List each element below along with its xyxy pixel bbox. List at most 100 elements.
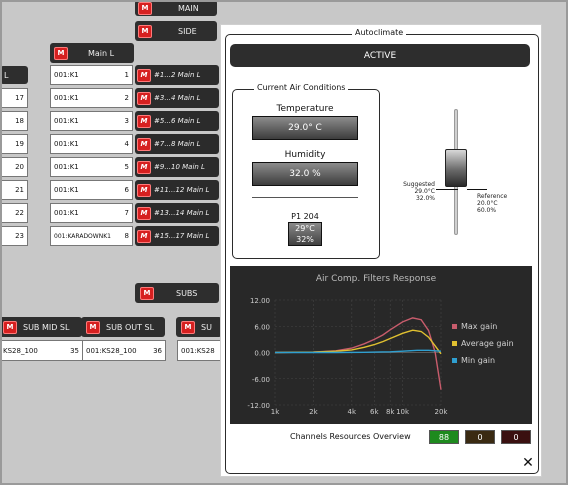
channel-index: 3: [124, 117, 129, 125]
chart-x-tick-label: 6k: [370, 408, 379, 416]
chart-x-tick-label: 20k: [435, 408, 449, 416]
suggested-humidity: 32.0%: [415, 195, 435, 202]
left-partial-header[interactable]: L: [0, 66, 28, 84]
main-l-selector-button[interactable]: M #13...14 Main L: [135, 203, 219, 223]
selector-mute-button[interactable]: M: [137, 137, 151, 151]
main-l-header[interactable]: M Main L: [50, 43, 134, 63]
chart-y-tick-label: 0.00: [254, 350, 270, 358]
sub-group-mute-button[interactable]: M: [86, 320, 100, 334]
resource-count-box: 0: [465, 430, 495, 444]
main-l-selector-button[interactable]: M #7...8 Main L: [135, 134, 219, 154]
main-l-selector-button[interactable]: M #1...2 Main L: [135, 65, 219, 85]
subs-bus-button[interactable]: M SUBS: [135, 283, 219, 303]
selector-label: #9...10 Main L: [154, 163, 205, 171]
temperature-label: Temperature: [276, 104, 334, 114]
sub-group-header[interactable]: M SU: [176, 317, 222, 337]
chart-legend-label: Max gain: [461, 322, 497, 331]
suggested-label: Suggested 29.0°C 32.0%: [399, 181, 435, 202]
left-channel-cell[interactable]: 17: [0, 88, 28, 108]
main-l-channel-cell[interactable]: 001:K1 1: [50, 65, 133, 85]
selector-mute-button[interactable]: M: [137, 160, 151, 174]
chart-x-tick-label: 8k: [386, 408, 395, 416]
main-l-channel-cell[interactable]: 001:K1 2: [50, 88, 133, 108]
selector-mute-button[interactable]: M: [137, 114, 151, 128]
sub-group-header[interactable]: M SUB OUT SL: [81, 317, 165, 337]
main-l-channel-cell[interactable]: 001:K1 3: [50, 111, 133, 131]
probe-readout: 29°C 32%: [288, 222, 322, 246]
main-l-selector-button[interactable]: M #5...6 Main L: [135, 111, 219, 131]
chart-y-tick-label: -6.00: [252, 376, 270, 384]
left-channel-index: 17: [15, 94, 24, 102]
subs-bus-label: SUBS: [176, 288, 198, 298]
main-l-selector-button[interactable]: M #3...4 Main L: [135, 88, 219, 108]
channel-name: 001:K1: [54, 94, 79, 102]
side-bus-label: SIDE: [178, 26, 197, 36]
climate-slider-thumb[interactable]: [445, 148, 467, 187]
left-channel-cell[interactable]: 23: [0, 226, 28, 246]
left-channel-cell[interactable]: 21: [0, 180, 28, 200]
channel-name: 001:K1: [54, 71, 79, 79]
sub-group-channel-cell[interactable]: 001:KS28: [177, 340, 223, 361]
main-l-channel-cell[interactable]: 001:K1 4: [50, 134, 133, 154]
chart-y-tick-label: 12.00: [250, 297, 270, 305]
channel-index: 5: [124, 163, 129, 171]
channel-name: 001:K1: [54, 163, 79, 171]
chart-x-tick-label: 10k: [396, 408, 410, 416]
left-channel-index: 22: [15, 209, 24, 217]
side-bus-button[interactable]: M SIDE: [135, 21, 217, 41]
conditions-divider: [252, 197, 358, 198]
main-l-channel-cell[interactable]: 001:K1 6: [50, 180, 133, 200]
selector-mute-button[interactable]: M: [137, 183, 151, 197]
sub-group-header-label: SUB MID SL: [23, 322, 70, 332]
left-partial-header-label: L: [4, 70, 9, 80]
sub-channel-index: 35: [70, 346, 79, 355]
humidity-readout: 32.0 %: [252, 162, 358, 186]
humidity-value: 32.0 %: [289, 169, 321, 179]
sub-group-mute-button[interactable]: M: [3, 320, 17, 334]
side-mute-button[interactable]: M: [138, 24, 152, 38]
selector-mute-button[interactable]: M: [137, 229, 151, 243]
subs-mute-button[interactable]: M: [140, 286, 154, 300]
sub-group-mute-button[interactable]: M: [181, 320, 195, 334]
sub-group-header-label: SUB OUT SL: [106, 322, 155, 332]
selector-label: #5...6 Main L: [154, 117, 201, 125]
main-l-mute-button[interactable]: M: [54, 46, 68, 60]
left-channel-cell[interactable]: 18: [0, 111, 28, 131]
selector-mute-button[interactable]: M: [137, 68, 151, 82]
probe-humidity: 32%: [296, 235, 314, 244]
main-l-selector-button[interactable]: M #11...12 Main L: [135, 180, 219, 200]
sub-group-channel-cell[interactable]: 001:KS28_100 36: [82, 340, 166, 361]
main-mute-button[interactable]: M: [138, 1, 152, 15]
sub-channel-name: 001:KS28_100: [86, 346, 137, 355]
chart-x-tick-label: 2k: [309, 408, 318, 416]
chart-legend-swatch: [452, 358, 457, 363]
channel-index: 7: [124, 209, 129, 217]
selector-mute-button[interactable]: M: [137, 91, 151, 105]
main-l-selector-button[interactable]: M #15...17 Main L: [135, 226, 219, 246]
main-bus-button[interactable]: M MAIN: [135, 0, 217, 16]
main-l-channel-cell[interactable]: 001:K1 5: [50, 157, 133, 177]
main-l-selector-button[interactable]: M #9...10 Main L: [135, 157, 219, 177]
resources-label: Channels Resources Overview: [290, 432, 411, 441]
chart-x-tick-label: 1k: [271, 408, 280, 416]
main-l-channel-cell[interactable]: 001:KARADOWNK1 8: [50, 226, 133, 246]
left-channel-cell[interactable]: 19: [0, 134, 28, 154]
selector-mute-button[interactable]: M: [137, 206, 151, 220]
left-channel-cell[interactable]: 20: [0, 157, 28, 177]
main-bus-label: MAIN: [178, 3, 199, 13]
main-l-channel-cell[interactable]: 001:K1 7: [50, 203, 133, 223]
close-icon[interactable]: ✕: [522, 456, 534, 470]
humidity-label: Humidity: [284, 150, 326, 160]
sub-group-channel-cell[interactable]: KS28_100 35: [0, 340, 83, 361]
channel-name: 001:KARADOWNK1: [54, 232, 111, 240]
channel-index: 1: [124, 71, 129, 79]
channel-index: 2: [124, 94, 129, 102]
filters-response-svg: Air Comp. Filters Response 12.00 6.00 0.00 -…: [247, 274, 513, 416]
reference-title: Reference: [477, 193, 508, 200]
left-channel-cell[interactable]: 22: [0, 203, 28, 223]
active-status-button[interactable]: ACTIVE: [230, 44, 530, 67]
sub-group-header[interactable]: M SUB MID SL: [0, 317, 82, 337]
sub-channel-name: KS28_100: [3, 346, 38, 355]
channel-name: 001:K1: [54, 117, 79, 125]
left-channel-index: 18: [15, 117, 24, 125]
